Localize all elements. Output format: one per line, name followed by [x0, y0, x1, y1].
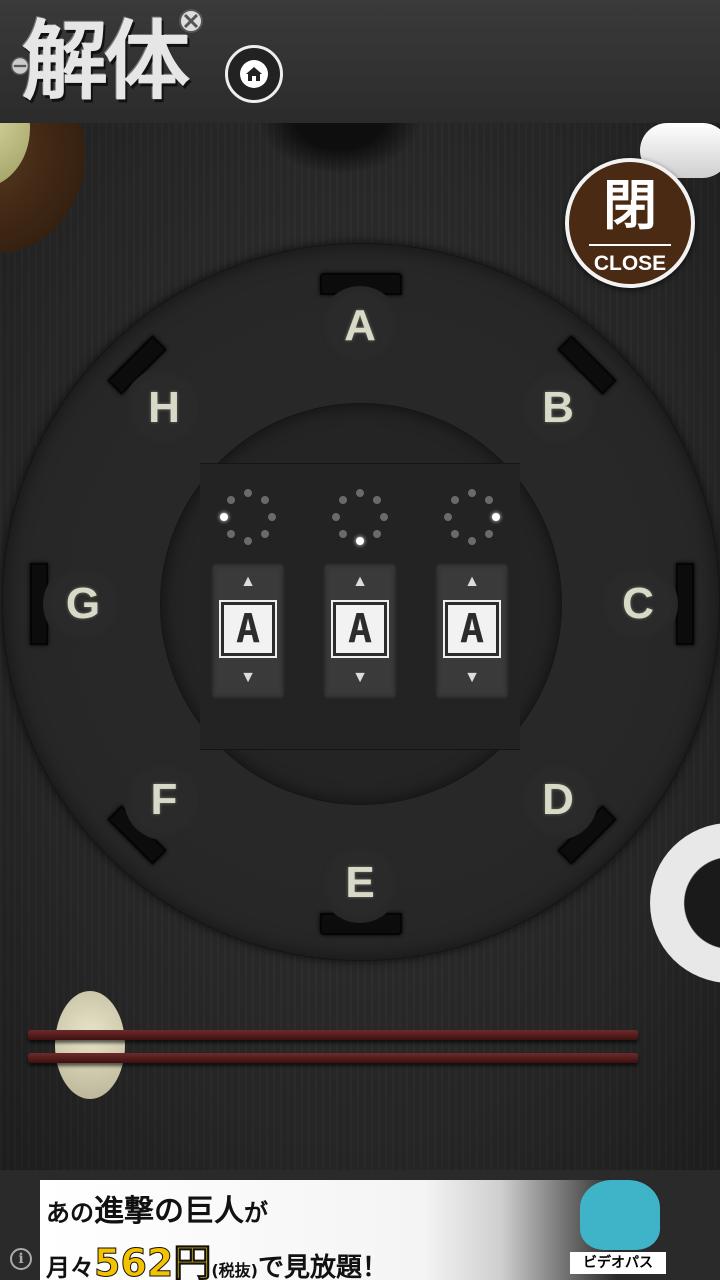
- indicator-dot: [260, 496, 269, 505]
- wheel-up-arrow[interactable]: ▲: [211, 573, 285, 591]
- indicator-dot: [356, 489, 364, 497]
- shadow-top: [260, 123, 420, 173]
- wheel-value: A: [219, 600, 277, 658]
- ad-text: が: [244, 1199, 268, 1227]
- indicator-dot-active: [492, 513, 500, 521]
- home-icon: [240, 60, 268, 88]
- dial-letter-b[interactable]: B: [518, 368, 598, 448]
- ad-text: あの: [46, 1199, 94, 1227]
- wheel-value: A: [443, 600, 501, 658]
- indicator-dot: [444, 513, 452, 521]
- ad-brand: ビデオパス: [570, 1252, 666, 1274]
- indicator-dot: [468, 489, 476, 497]
- dial-letter-h[interactable]: H: [124, 368, 204, 448]
- indicator-dot: [468, 537, 476, 545]
- wheel-down-arrow[interactable]: ▼: [211, 669, 285, 687]
- app-title: 解体: [22, 12, 190, 112]
- indicator-dot: [268, 513, 276, 521]
- indicator-ring-3: [440, 485, 504, 549]
- screw-icon: [10, 56, 30, 76]
- close-button[interactable]: 閉 CLOSE: [565, 158, 695, 288]
- indicator-ring-1: [216, 485, 280, 549]
- chopstick: [28, 1030, 638, 1040]
- indicator-dot: [484, 529, 493, 538]
- ad-text: 月々: [46, 1254, 94, 1280]
- game-board: A B C D E F G H ▲ A ▼ ▲ A ▼ ▲ A ▼ 閉 CLOS…: [0, 123, 720, 1170]
- dial-letter-d[interactable]: D: [518, 760, 598, 840]
- dial-letter-e[interactable]: E: [320, 843, 400, 923]
- indicator-dot: [260, 529, 269, 538]
- indicator-dot: [227, 496, 236, 505]
- indicator-dot: [451, 496, 460, 505]
- indicator-dot: [372, 529, 381, 538]
- wheel-value: A: [331, 600, 389, 658]
- chopstick-rest: [55, 991, 125, 1099]
- indicator-dot: [339, 529, 348, 538]
- close-label: CLOSE: [593, 252, 667, 275]
- indicator-dot: [227, 529, 236, 538]
- indicator-dot: [244, 489, 252, 497]
- close-kanji: 閉: [603, 174, 657, 237]
- indicator-dot-active: [356, 537, 364, 545]
- ad-title: 進撃の巨人: [94, 1194, 244, 1229]
- cup: [650, 823, 720, 983]
- screw-icon: [179, 9, 203, 33]
- indicator-dot-active: [220, 513, 228, 521]
- ad-text: で見放題！: [257, 1253, 388, 1280]
- indicator-dot: [332, 513, 340, 521]
- indicator-dot: [339, 496, 348, 505]
- ad-tax: (税抜): [211, 1261, 258, 1280]
- dial-letter-f[interactable]: F: [124, 760, 204, 840]
- home-button[interactable]: [225, 45, 283, 103]
- ad-banner[interactable]: あの進撃の巨人が 月々562円(税抜)で見放題！ ビデオパス: [40, 1180, 680, 1280]
- ad-headline: あの進撃の巨人が: [46, 1186, 268, 1230]
- ad-price: 562円: [93, 1241, 212, 1280]
- indicator-ring-2: [328, 485, 392, 549]
- indicator-dot: [372, 496, 381, 505]
- dial-letter-c[interactable]: C: [598, 564, 678, 644]
- chopstick: [28, 1053, 638, 1063]
- letter-wheel-3: ▲ A ▼: [435, 563, 509, 699]
- wheel-up-arrow[interactable]: ▲: [435, 573, 509, 591]
- ad-subline: 月々562円(税抜)で見放題！: [46, 1232, 388, 1280]
- indicator-dot: [244, 537, 252, 545]
- letter-wheel-2: ▲ A ▼: [323, 563, 397, 699]
- dial-letter-g[interactable]: G: [43, 564, 123, 644]
- indicator-dot: [451, 529, 460, 538]
- letter-wheel-1: ▲ A ▼: [211, 563, 285, 699]
- close-divider: [589, 244, 671, 246]
- ad-bar: i あの進撃の巨人が 月々562円(税抜)で見放題！ ビデオパス: [0, 1170, 720, 1280]
- ad-character-image: [580, 1180, 660, 1250]
- wheel-down-arrow[interactable]: ▼: [435, 669, 509, 687]
- plate-clip: [676, 563, 694, 645]
- info-icon[interactable]: i: [10, 1248, 32, 1270]
- wheel-down-arrow[interactable]: ▼: [323, 669, 397, 687]
- indicator-dot: [380, 513, 388, 521]
- top-bar: 解体: [0, 0, 720, 125]
- indicator-dot: [484, 496, 493, 505]
- dial-letter-a[interactable]: A: [320, 286, 400, 366]
- wheel-up-arrow[interactable]: ▲: [323, 573, 397, 591]
